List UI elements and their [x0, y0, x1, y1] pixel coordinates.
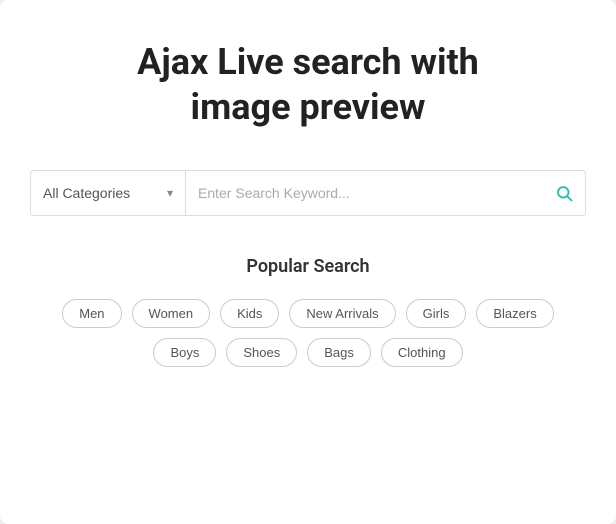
popular-search-title: Popular Search	[246, 256, 369, 277]
tag-item[interactable]: Boys	[153, 338, 216, 367]
tag-item[interactable]: Blazers	[476, 299, 553, 328]
page-title: Ajax Live search with image preview	[137, 40, 479, 130]
main-card: Ajax Live search with image preview All …	[0, 0, 616, 524]
tag-item[interactable]: Kids	[220, 299, 279, 328]
category-dropdown-wrapper[interactable]: All CategoriesMenWomenKidsShoesClothingB…	[31, 171, 186, 215]
tag-item[interactable]: New Arrivals	[289, 299, 395, 328]
search-input[interactable]	[198, 185, 531, 201]
tags-container: Men Women Kids New Arrivals Girls Blazers Boys…	[30, 299, 586, 367]
tag-item[interactable]: Men	[62, 299, 121, 328]
tag-item[interactable]: Bags	[307, 338, 371, 367]
search-button[interactable]	[543, 171, 585, 215]
tag-item[interactable]: Women	[132, 299, 211, 328]
search-icon	[555, 184, 573, 202]
tag-item[interactable]: Shoes	[226, 338, 297, 367]
popular-search-section: Popular Search Men Women Kids New Arrivals G…	[30, 256, 586, 367]
search-bar: All CategoriesMenWomenKidsShoesClothingB…	[30, 170, 586, 216]
search-input-wrapper	[186, 171, 543, 215]
tag-item[interactable]: Clothing	[381, 338, 463, 367]
category-select[interactable]: All CategoriesMenWomenKidsShoesClothingB…	[43, 185, 173, 201]
tag-item[interactable]: Girls	[406, 299, 467, 328]
